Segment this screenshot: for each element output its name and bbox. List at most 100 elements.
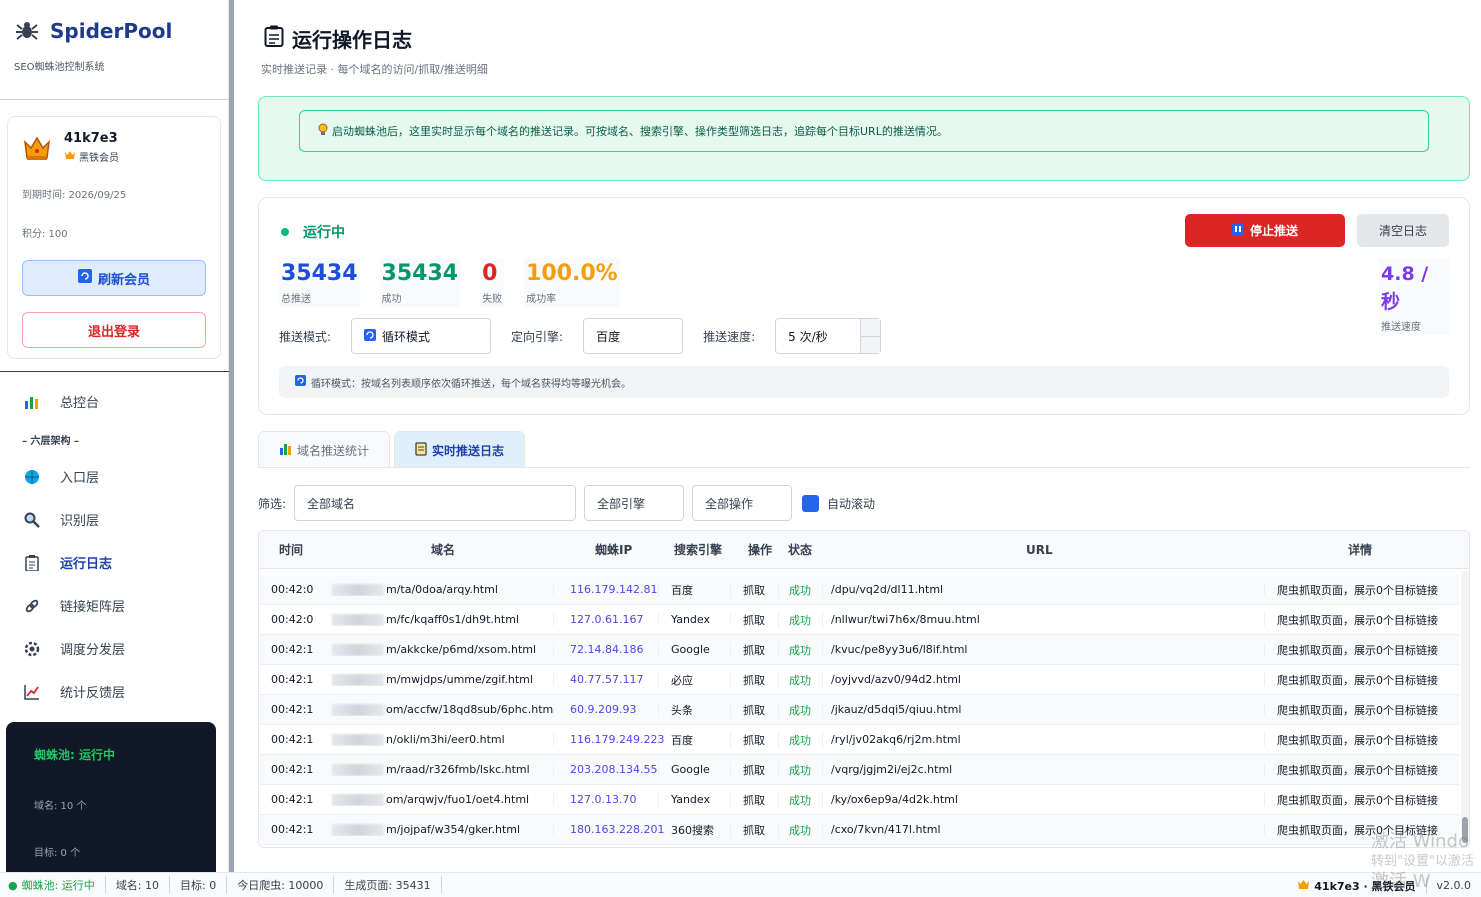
- column-header[interactable]: 蜘蛛IP: [559, 541, 664, 558]
- cell-operation: 抓取: [731, 611, 779, 628]
- trend-chart-icon: [22, 684, 42, 700]
- engine-label: 定向引擎:: [511, 329, 564, 344]
- sidebar-item-entry[interactable]: 入口层: [0, 455, 229, 498]
- table-row[interactable]: 00:42:1 n/okli/m3hi/eer0.html 116.179.249.…: [259, 725, 1459, 755]
- cell-detail: 爬虫抓取页面，展示0个目标链接: [1277, 793, 1438, 807]
- sidebar-item-dispatch[interactable]: 调度分发层: [0, 627, 229, 670]
- table-row[interactable]: 00:42:0 m/ta/0doa/arqy.html 116.179.142.81…: [259, 575, 1459, 605]
- cell-status: 成功: [779, 821, 823, 838]
- tab-live-log[interactable]: 实时推送日志: [394, 431, 526, 468]
- domain-path: om/accfw/18qd8sub/6phc.html: [386, 703, 554, 716]
- filter-bar: 筛选: 全部域名 全部引擎 全部操作 自动滚动: [258, 485, 875, 521]
- speed-value: 4.8 / 秒: [1381, 263, 1429, 313]
- bar-chart-icon: [22, 395, 42, 409]
- cell-operation: 抓取: [731, 791, 779, 808]
- sidebar-item-identify[interactable]: 识别层: [0, 498, 229, 541]
- sidebar-item-matrix[interactable]: 链接矩阵层: [0, 584, 229, 627]
- user-card: 41k7e3 黑铁会员 到期时间: 2026/09/25 积分: 100 刷新会…: [7, 116, 221, 359]
- column-header[interactable]: 搜索引擎: [664, 541, 736, 558]
- push-mode-value: 循环模式: [382, 329, 431, 344]
- cell-operation: 抓取: [731, 701, 779, 718]
- stat-success-rate: 100.0% 成功率: [524, 258, 620, 307]
- column-header[interactable]: 操作: [736, 541, 784, 558]
- cell-ip: 180.163.228.201: [554, 823, 664, 836]
- status-bar: ● 蜘蛛池: 运行中 域名: 10 目标: 0 今日爬虫: 10000 生成页面…: [0, 872, 1481, 897]
- push-stats: 35434 总推送 35434 成功 0 失败 100.0% 成功率: [279, 258, 620, 307]
- cell-time: 00:42:1: [271, 763, 314, 776]
- cell-detail: 爬虫抓取页面，展示0个目标链接: [1277, 613, 1438, 627]
- cell-url: /ryl/jv02akq6/rj2m.html: [823, 733, 1265, 746]
- sidebar-item-label: 调度分发层: [60, 643, 126, 658]
- footer-pages: 生成页面: 35431: [334, 876, 442, 894]
- column-header[interactable]: URL: [828, 543, 1268, 557]
- stat-value: 100.0%: [526, 261, 618, 286]
- push-rate-value: 5 次/秒: [788, 329, 828, 344]
- refresh-membership-button[interactable]: 刷新会员: [22, 260, 206, 296]
- redacted-domain: [332, 644, 384, 656]
- operation-filter-select[interactable]: 全部操作: [692, 485, 793, 521]
- mode-description: 循环模式：按域名列表顺序依次循环推送，每个域名获得均等曝光机会。: [279, 366, 1449, 398]
- table-scrollbar[interactable]: [1461, 571, 1469, 847]
- stat-failed: 0 失败: [480, 258, 505, 307]
- sidebar-item-feedback[interactable]: 统计反馈层: [0, 670, 229, 713]
- footer-domains: 域名: 10: [106, 876, 171, 894]
- crown-icon: [22, 134, 52, 162]
- redacted-domain: [332, 734, 384, 746]
- refresh-icon: [77, 269, 92, 287]
- cell-ip: 127.0.61.167: [554, 613, 659, 626]
- clipboard-icon: [22, 554, 42, 571]
- stat-total: 35434 总推送: [279, 258, 360, 307]
- magnifier-icon: [22, 512, 42, 528]
- tab-domain-stats[interactable]: 域名推送统计: [258, 431, 391, 468]
- sidebar-item-runlog[interactable]: 运行日志: [0, 541, 229, 584]
- push-mode-select[interactable]: 循环模式: [351, 318, 492, 354]
- table-row[interactable]: 00:42:1 m/raad/r326fmb/lskc.html 203.208.1…: [259, 755, 1459, 785]
- loop-icon: [364, 328, 377, 344]
- redacted-domain: [332, 674, 384, 686]
- engine-filter-select[interactable]: 全部引擎: [584, 485, 685, 521]
- autoscroll-checkbox[interactable]: [802, 494, 820, 512]
- domain-path: m/jojpaf/w354/gker.html: [386, 823, 521, 836]
- push-rate-stepper[interactable]: 5 次/秒: [775, 318, 882, 354]
- target-engine-select[interactable]: 百度: [583, 318, 684, 354]
- column-header[interactable]: 域名: [321, 541, 559, 558]
- domain-path: m/ta/0doa/arqy.html: [386, 583, 498, 596]
- stop-push-button[interactable]: 停止推送: [1185, 214, 1345, 247]
- column-header[interactable]: 时间: [259, 541, 321, 558]
- sidebar-item-label: 入口层: [60, 471, 100, 486]
- domain-filter-select[interactable]: 全部域名: [294, 485, 577, 521]
- run-status-text: 运行中: [303, 225, 345, 241]
- tab-divider: [258, 467, 1470, 468]
- table-row[interactable]: 00:42:1 om/accfw/18qd8sub/6phc.html 60.9.2…: [259, 695, 1459, 725]
- nav-divider: [0, 371, 229, 372]
- table-row[interactable]: 00:42:1 m/akkcke/p6md/xsom.html 72.14.84.1…: [259, 635, 1459, 665]
- footer-today-crawlers: 今日爬虫: 10000: [227, 876, 335, 894]
- mode-label: 推送模式:: [279, 329, 332, 344]
- cell-status: 成功: [779, 761, 823, 778]
- redacted-domain: [332, 704, 384, 716]
- column-header[interactable]: 详情: [1268, 541, 1458, 558]
- sidebar-item-dashboard[interactable]: 总控台: [0, 380, 229, 423]
- user-expire: 到期时间: 2026/09/25: [22, 190, 127, 201]
- pool-domain-count: 域名: 10 个: [34, 801, 87, 812]
- table-row[interactable]: 00:42:1 m/mwjdps/umme/zgif.html 40.77.57.1…: [259, 665, 1459, 695]
- footer-running: 蜘蛛池: 运行中: [21, 879, 95, 892]
- cell-operation: 抓取: [731, 731, 779, 748]
- clear-log-button[interactable]: 清空日志: [1357, 214, 1449, 247]
- redacted-domain: [332, 824, 384, 836]
- redacted-domain: [332, 794, 384, 806]
- stepper-buttons[interactable]: [860, 319, 881, 353]
- column-header[interactable]: 状态: [784, 541, 828, 558]
- table-row[interactable]: 00:42:1 om/arqwjv/fuo1/oet4.html 127.0.13.…: [259, 785, 1459, 815]
- footer-pool-status: ● 蜘蛛池: 运行中: [0, 876, 106, 894]
- cell-engine: Google: [659, 643, 731, 656]
- app-window: SpiderPool SEO蜘蛛池控制系统 41k7e3 黑铁会员 到期时间: …: [0, 0, 1481, 897]
- cell-status: 成功: [779, 641, 823, 658]
- cell-domain: om/accfw/18qd8sub/6phc.html: [314, 703, 554, 716]
- table-row[interactable]: 00:42:0 m/fc/kqaff0s1/dh9t.html 127.0.61.1…: [259, 605, 1459, 635]
- logout-button[interactable]: 退出登录: [22, 312, 206, 348]
- loop-icon: [295, 375, 306, 389]
- table-row[interactable]: 00:42:1 m/jojpaf/w354/gker.html 180.163.22…: [259, 815, 1459, 845]
- cell-domain: m/jojpaf/w354/gker.html: [314, 823, 554, 836]
- watermark-line: 激活 W: [1371, 871, 1431, 892]
